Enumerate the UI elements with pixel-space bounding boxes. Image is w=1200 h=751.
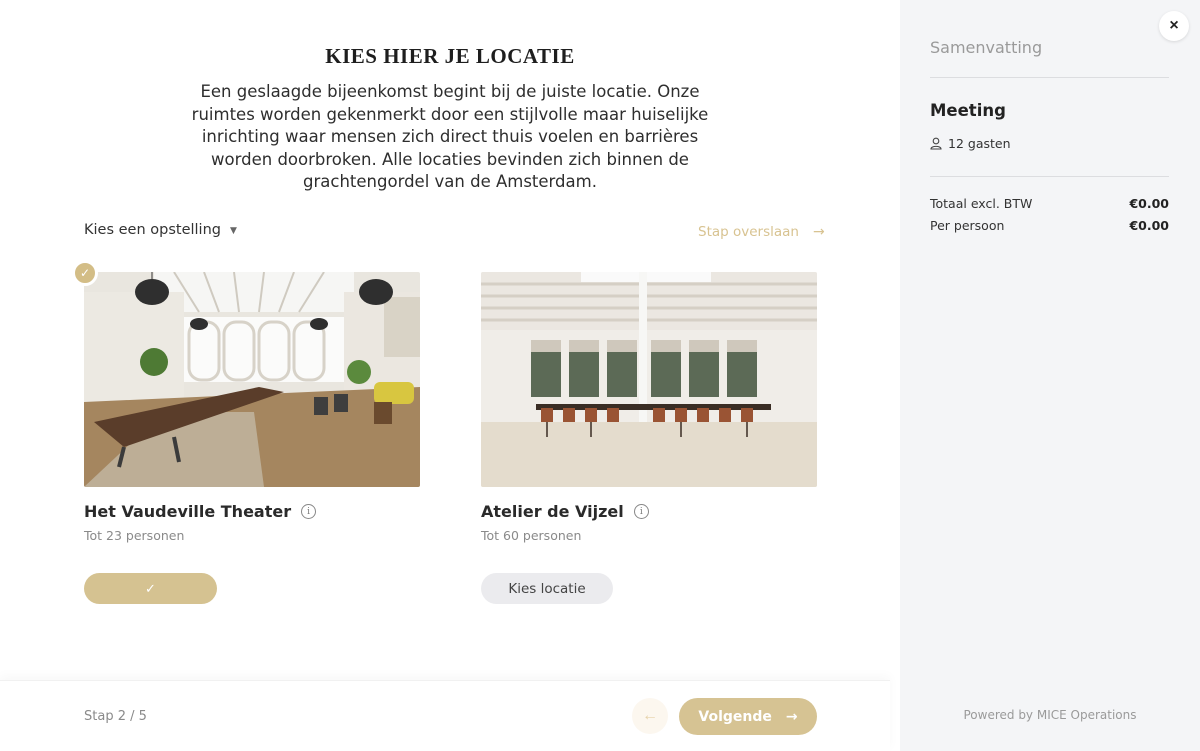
- total-label: Totaal excl. BTW: [930, 196, 1033, 211]
- summary-title: Samenvatting: [930, 38, 1043, 57]
- total-value: €0.00: [1129, 196, 1169, 211]
- location-selected-button[interactable]: ✓: [84, 573, 217, 604]
- setup-dropdown-label: Kies een opstelling: [84, 222, 221, 238]
- user-icon: [930, 137, 942, 150]
- total-row: Totaal excl. BTW €0.00: [930, 196, 1169, 211]
- close-button[interactable]: ×: [1159, 11, 1189, 41]
- choose-location-button[interactable]: Kies locatie: [481, 573, 613, 604]
- location-name-text: Het Vaudeville Theater: [84, 502, 292, 521]
- page-title: KIES HIER JE LOCATIE: [325, 44, 575, 68]
- close-icon: ×: [1169, 17, 1179, 34]
- back-button[interactable]: ←: [632, 698, 668, 734]
- location-capacity: Tot 23 personen: [84, 528, 185, 543]
- info-icon[interactable]: i: [633, 504, 649, 519]
- location-capacity: Tot 60 personen: [481, 528, 582, 543]
- intro-text: Een geslaagde bijeenkomst begint bij de …: [191, 82, 709, 191]
- per-person-row: Per persoon €0.00: [930, 218, 1169, 233]
- main-panel: KIES HIER JE LOCATIE Een geslaagde bijee…: [0, 0, 900, 751]
- guest-count: 12 gasten: [930, 136, 1011, 151]
- event-type: Meeting: [930, 101, 1006, 120]
- selected-check-icon: ✓: [72, 260, 98, 286]
- location-photo: [84, 272, 420, 487]
- location-name: Atelier de Vijzel i: [481, 502, 649, 521]
- location-photo: [481, 272, 817, 487]
- summary-sidebar: × Samenvatting Meeting 12 gasten Totaal …: [900, 0, 1200, 751]
- setup-dropdown[interactable]: Kies een opstelling ▼: [84, 222, 237, 238]
- step-indicator: Stap 2 / 5: [84, 709, 147, 724]
- footer-bar: Stap 2 / 5 ← Volgende →: [0, 680, 890, 751]
- divider: [930, 77, 1169, 78]
- next-button[interactable]: Volgende →: [679, 698, 817, 735]
- divider: [930, 176, 1169, 177]
- arrow-left-icon: ←: [642, 707, 658, 724]
- per-person-value: €0.00: [1129, 218, 1169, 233]
- location-name-text: Atelier de Vijzel: [481, 502, 624, 521]
- caret-down-icon: ▼: [229, 226, 237, 236]
- location-name: Het Vaudeville Theater i: [84, 502, 317, 521]
- arrow-right-icon: →: [785, 708, 798, 725]
- arrow-right-icon: →: [813, 224, 825, 240]
- powered-by: Powered by MICE Operations: [963, 708, 1137, 722]
- skip-step-label: Stap overslaan: [698, 224, 799, 240]
- location-card[interactable]: Atelier de Vijzel i Tot 60 personen Kies…: [481, 272, 817, 604]
- per-person-label: Per persoon: [930, 218, 1005, 233]
- skip-step-link[interactable]: Stap overslaan →: [698, 224, 825, 240]
- guest-count-text: 12 gasten: [948, 136, 1011, 151]
- info-icon[interactable]: i: [301, 504, 317, 519]
- next-button-label: Volgende: [698, 708, 772, 725]
- location-card[interactable]: ✓ Het Vaudeville Theater i Tot 23 person…: [72, 260, 420, 604]
